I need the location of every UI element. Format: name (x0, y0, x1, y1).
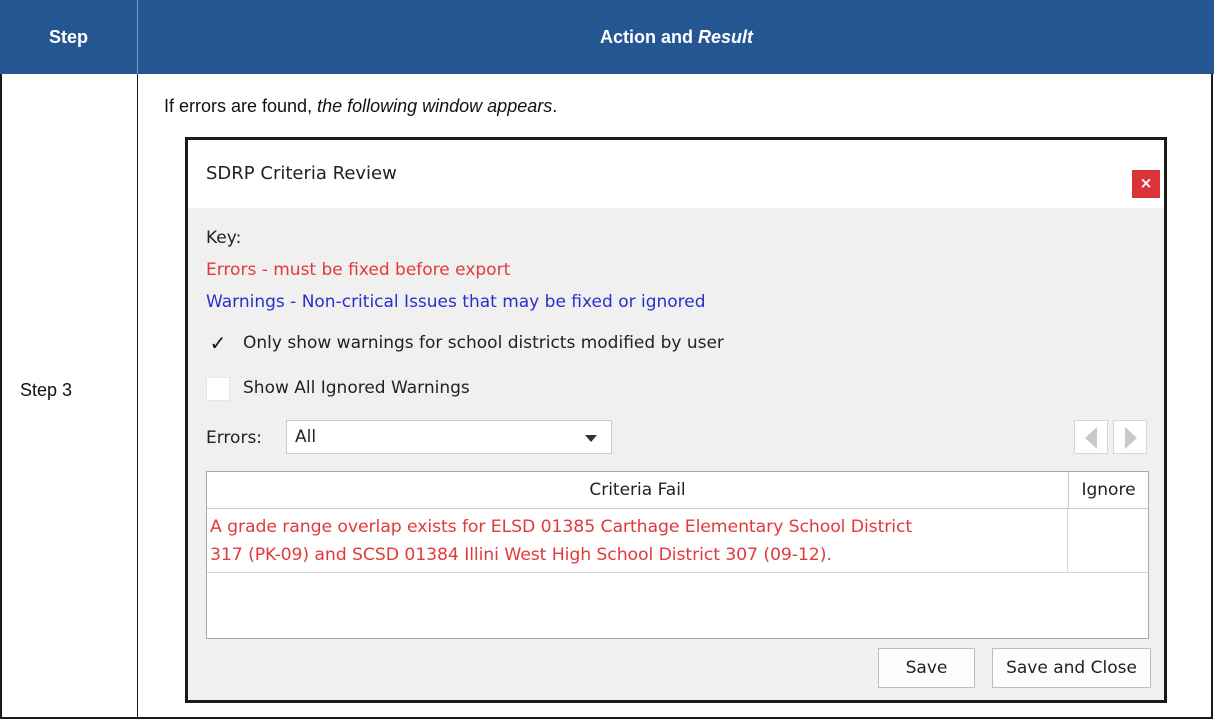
header-action-text: Action and (599, 27, 698, 47)
table-left-border (0, 74, 2, 719)
header-step: Step (48, 27, 88, 47)
table-right-border (1211, 74, 1213, 719)
show-ignored-label: Show All Ignored Warnings (243, 378, 470, 398)
step-cell: Step 3 (20, 380, 73, 400)
errors-key-text: Errors - must be fixed before export (206, 260, 511, 280)
criteria-line-2: 317 (PK-09) and SCSD 01384 Illini West H… (210, 545, 832, 565)
table-column-divider (137, 74, 138, 719)
only-show-modified-label: Only show warnings for school districts … (243, 333, 724, 353)
ignore-cell[interactable] (1069, 509, 1148, 572)
dialog-title: SDRP Criteria Review (206, 163, 397, 184)
instruction-table: Step Action and Result Step 3 If errors … (0, 0, 1214, 719)
header-result-text: Result (697, 27, 753, 47)
intro-italic: the following window appears (317, 96, 553, 116)
close-button[interactable]: × (1132, 170, 1160, 198)
table-header-row: Step Action and Result (0, 0, 1214, 74)
column-ignore[interactable]: Ignore (1069, 472, 1148, 508)
errors-filter-dropdown[interactable]: All (286, 420, 612, 454)
header-action-result: Action and Result (137, 0, 1214, 74)
criteria-grid: Criteria Fail Ignore A grade range overl… (206, 471, 1149, 639)
criteria-cell: A grade range overlap exists for ELSD 01… (207, 509, 1068, 572)
dialog-titlebar[interactable]: SDRP Criteria Review × (188, 140, 1164, 208)
next-arrow-icon[interactable] (1113, 420, 1147, 454)
criteria-line-1: A grade range overlap exists for ELSD 01… (210, 517, 913, 537)
save-button[interactable]: Save (878, 648, 975, 688)
errors-filter-label: Errors: (206, 428, 263, 448)
key-label: Key: (206, 228, 242, 248)
table-row[interactable]: A grade range overlap exists for ELSD 01… (207, 509, 1148, 573)
previous-arrow-icon[interactable] (1074, 420, 1108, 454)
grid-header: Criteria Fail Ignore (207, 472, 1148, 509)
intro-text: If errors are found, the following windo… (164, 96, 557, 117)
chevron-down-icon (585, 435, 597, 442)
only-show-modified-checkbox[interactable]: ✓ (206, 332, 230, 356)
intro-end: . (552, 96, 558, 116)
column-criteria-fail[interactable]: Criteria Fail (207, 472, 1069, 508)
errors-filter-value: All (295, 427, 317, 447)
show-ignored-checkbox[interactable] (206, 377, 230, 401)
warnings-key-text: Warnings - Non-critical Issues that may … (206, 292, 706, 312)
intro-plain: If errors are found, (164, 96, 318, 116)
save-and-close-button[interactable]: Save and Close (992, 648, 1151, 688)
criteria-review-dialog: SDRP Criteria Review × Key: Errors - mus… (185, 137, 1167, 703)
